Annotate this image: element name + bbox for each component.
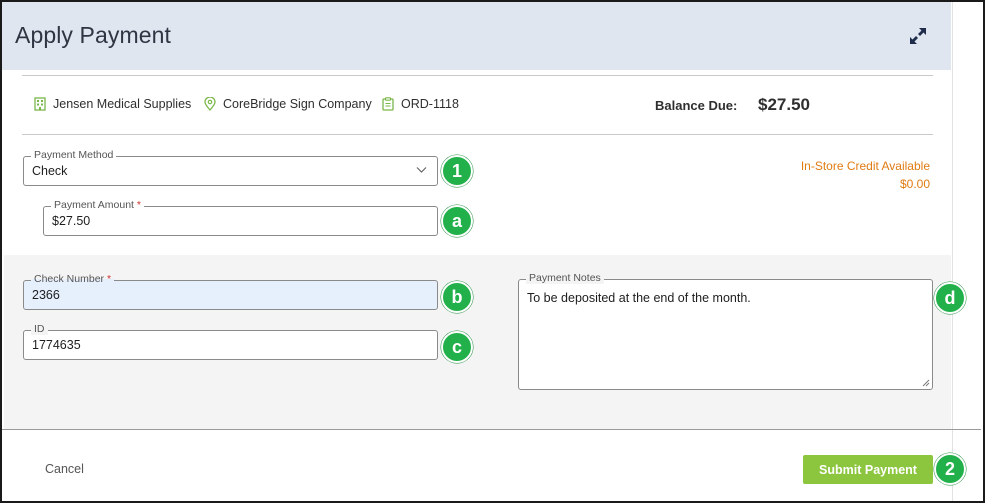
map-pin-icon [204, 97, 216, 111]
id-input[interactable]: ID 1774635 [23, 323, 438, 360]
location-name: CoreBridge Sign Company [223, 97, 372, 111]
payment-amount-input[interactable]: Payment Amount * $27.50 [43, 199, 438, 236]
id-value: 1774635 [32, 338, 81, 352]
callout-badge-a: a [441, 205, 473, 237]
order-number: ORD-1118 [401, 97, 459, 111]
in-store-credit-value: $0.00 [899, 177, 930, 191]
payment-method-value: Check [32, 164, 68, 178]
payment-notes-textarea[interactable]: Payment Notes To be deposited at the end… [518, 272, 933, 390]
chevron-down-icon [416, 167, 427, 173]
payment-amount-label: Payment Amount * [51, 199, 144, 211]
callout-badge-c: c [441, 331, 473, 363]
in-store-credit-label: In-Store Credit Available [800, 159, 930, 173]
scroll-gutter [952, 2, 983, 501]
payment-method-select[interactable]: Payment Method Check [23, 149, 438, 186]
dialog-title: Apply Payment [15, 22, 171, 48]
resize-handle-icon[interactable] [922, 379, 930, 387]
company-name: Jensen Medical Supplies [53, 97, 192, 111]
in-store-credit: In-Store Credit Available $0.00 [801, 157, 930, 193]
payment-amount-value: $27.50 [52, 214, 91, 228]
order-info: ORD-1118 [382, 97, 459, 111]
location-info: CoreBridge Sign Company [204, 97, 372, 111]
apply-payment-dialog: Apply Payment Jensen Medical Supplies Co… [0, 0, 985, 503]
company-info: Jensen Medical Supplies [34, 97, 191, 111]
check-number-input[interactable]: Check Number * 2366 [23, 273, 438, 310]
balance-due-value: $27.50 [758, 95, 810, 114]
check-number-value: 2366 [32, 288, 60, 302]
building-icon [34, 97, 46, 111]
divider [22, 134, 933, 135]
dialog-header: Apply Payment [2, 2, 951, 70]
payment-notes-label: Payment Notes [526, 272, 604, 284]
submit-payment-button[interactable]: Submit Payment [803, 455, 933, 484]
callout-badge-b: b [441, 281, 473, 313]
expand-arrows-icon[interactable] [908, 26, 928, 46]
payment-method-label: Payment Method [31, 149, 117, 161]
balance-due-label: Balance Due: [655, 98, 738, 113]
clipboard-icon [382, 97, 394, 111]
callout-badge-2: 2 [934, 453, 966, 485]
callout-badge-d: d [934, 282, 966, 314]
cancel-button[interactable]: Cancel [45, 462, 84, 476]
payment-notes-value: To be deposited at the end of the month. [527, 291, 751, 305]
check-number-label: Check Number * [31, 273, 115, 285]
footer-divider [2, 429, 981, 430]
divider [22, 75, 933, 76]
id-label: ID [31, 323, 48, 335]
callout-badge-1: 1 [441, 155, 473, 187]
